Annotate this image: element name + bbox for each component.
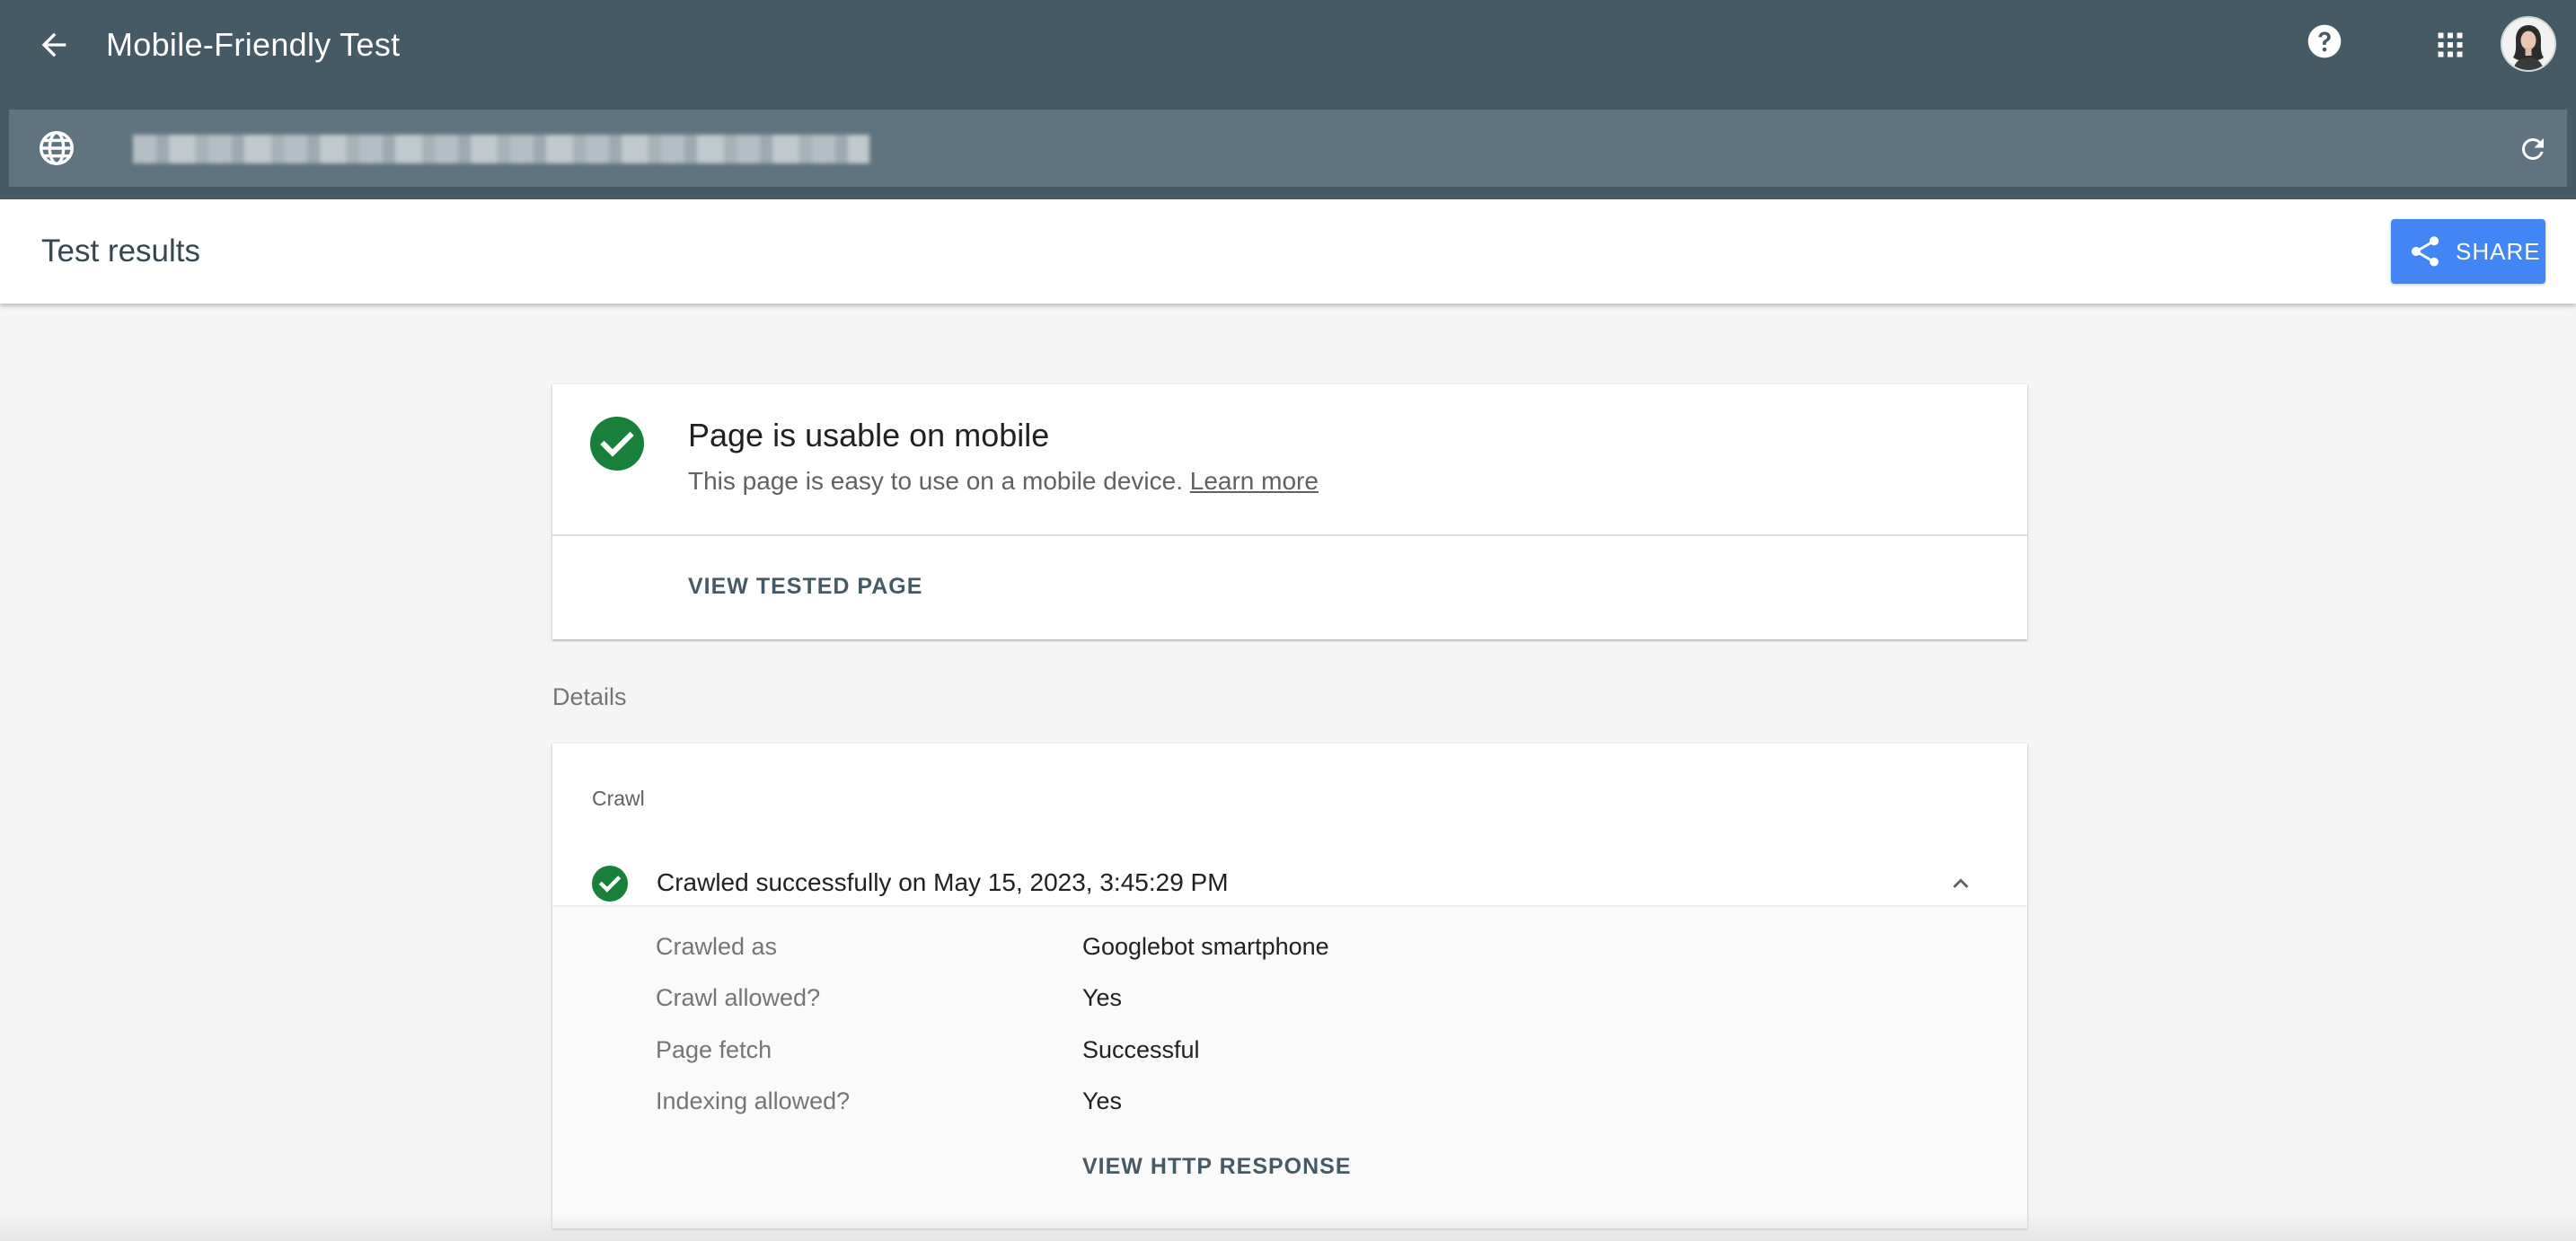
- app-bar: Mobile-Friendly Test: [0, 0, 2576, 199]
- summary-description-text: This page is easy to use on a mobile dev…: [688, 467, 1183, 495]
- collapse-toggle[interactable]: [1943, 866, 1979, 902]
- detail-value: Yes: [1082, 984, 1123, 1011]
- summary-title: Page is usable on mobile: [688, 417, 1050, 453]
- page-title: Test results: [41, 233, 200, 268]
- detail-value: Yes: [1082, 1087, 1123, 1114]
- detail-key: Crawled as: [656, 933, 778, 960]
- share-button[interactable]: SHARE: [2391, 219, 2545, 284]
- avatar[interactable]: [2501, 16, 2556, 72]
- crawl-details-panel: Crawled as Googlebot smartphone Crawl al…: [552, 905, 2027, 1228]
- detail-key: Indexing allowed?: [656, 1087, 851, 1114]
- check-circle-icon: [590, 417, 644, 471]
- view-tested-page-button[interactable]: VIEW TESTED PAGE: [688, 571, 922, 602]
- share-label: SHARE: [2456, 237, 2541, 265]
- globe-icon: [40, 131, 74, 165]
- detail-row: Crawl allowed? Yes: [552, 980, 2027, 1019]
- summary-card: Page is usable on mobile This page is ea…: [552, 384, 2027, 639]
- check-circle-icon: [592, 866, 628, 902]
- view-http-response-button[interactable]: VIEW HTTP RESPONSE: [1082, 1151, 1352, 1182]
- url-text[interactable]: [133, 135, 869, 163]
- crawl-card: Crawl Crawled successfully on May 15, 20…: [552, 744, 2027, 1228]
- apps-button[interactable]: [2422, 16, 2479, 74]
- results-header: Test results SHARE: [0, 199, 2576, 304]
- reload-button[interactable]: [2510, 126, 2556, 172]
- detail-value: Successful: [1082, 1036, 1200, 1063]
- summary-description: This page is easy to use on a mobile dev…: [688, 465, 1319, 497]
- detail-value: Googlebot smartphone: [1082, 933, 1329, 960]
- user-avatar-icon: [2502, 18, 2554, 70]
- crawl-section-label: Crawl: [592, 787, 645, 810]
- detail-row: Crawled as Googlebot smartphone: [552, 929, 2027, 968]
- refresh-icon: [2521, 137, 2544, 160]
- apps-grid-icon: [2438, 32, 2463, 57]
- back-button[interactable]: [25, 16, 83, 74]
- share-icon: [2407, 233, 2443, 269]
- app-bar-top-row: Mobile-Friendly Test: [0, 0, 2576, 90]
- help-button[interactable]: [2296, 13, 2353, 70]
- app-title: Mobile-Friendly Test: [106, 26, 401, 63]
- help-circle-icon: [2307, 24, 2342, 58]
- details-heading: Details: [552, 683, 627, 710]
- chevron-up-icon: [1953, 878, 1969, 888]
- detail-key: Crawl allowed?: [656, 984, 821, 1011]
- detail-key: Page fetch: [656, 1036, 772, 1063]
- arrow-back-icon: [41, 32, 66, 57]
- url-bar: [9, 110, 2567, 187]
- learn-more-link[interactable]: Learn more: [1190, 467, 1319, 495]
- card-divider: [552, 534, 2027, 536]
- detail-row: Indexing allowed? Yes: [552, 1083, 2027, 1122]
- crawl-status-text: Crawled successfully on May 15, 2023, 3:…: [657, 868, 1229, 896]
- detail-row: Page fetch Successful: [552, 1032, 2027, 1071]
